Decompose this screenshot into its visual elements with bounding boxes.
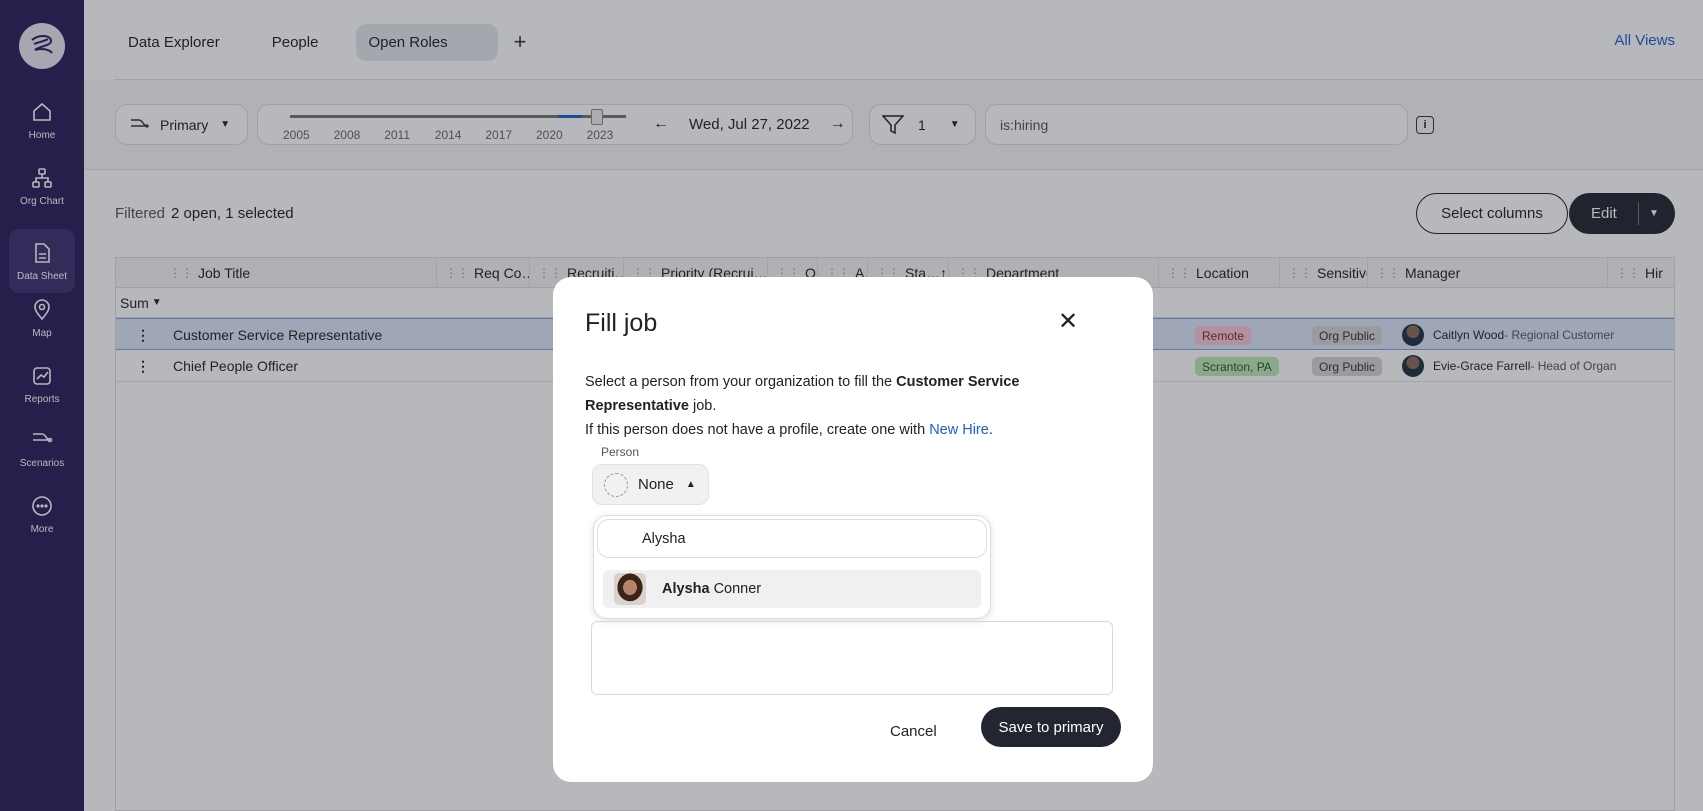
new-hire-link[interactable]: New Hire (929, 422, 989, 438)
notes-textarea[interactable] (591, 621, 1113, 695)
person-search-input[interactable] (597, 519, 987, 558)
close-icon[interactable]: ✕ (1053, 307, 1083, 337)
person-label: Person (601, 445, 640, 459)
desc-suffix: job. (688, 398, 717, 414)
dialog-description: Select a person from your organization t… (585, 370, 1125, 442)
desc-line2: If this person does not have a profile, … (585, 422, 930, 438)
desc-period: . (988, 422, 993, 438)
person-value: None (638, 476, 674, 493)
dialog-title: Fill job (585, 309, 658, 337)
chevron-up-icon: ▲ (685, 479, 696, 490)
option-first-name: Alysha (662, 581, 710, 597)
person-dropdown: AlyshaConner (593, 515, 991, 619)
fill-job-dialog: Fill job ✕ Select a person from your org… (553, 277, 1153, 782)
person-option[interactable]: Alysha Conner (603, 570, 981, 608)
desc-prefix: Select a person from your organization t… (585, 374, 897, 390)
person-select[interactable]: None ▲ (592, 464, 709, 505)
avatar (614, 573, 646, 605)
empty-avatar-icon (604, 472, 628, 497)
save-to-primary-button[interactable]: Save to primary (981, 707, 1121, 747)
option-last-name: Conner (713, 581, 762, 597)
cancel-button[interactable]: Cancel (890, 711, 937, 751)
